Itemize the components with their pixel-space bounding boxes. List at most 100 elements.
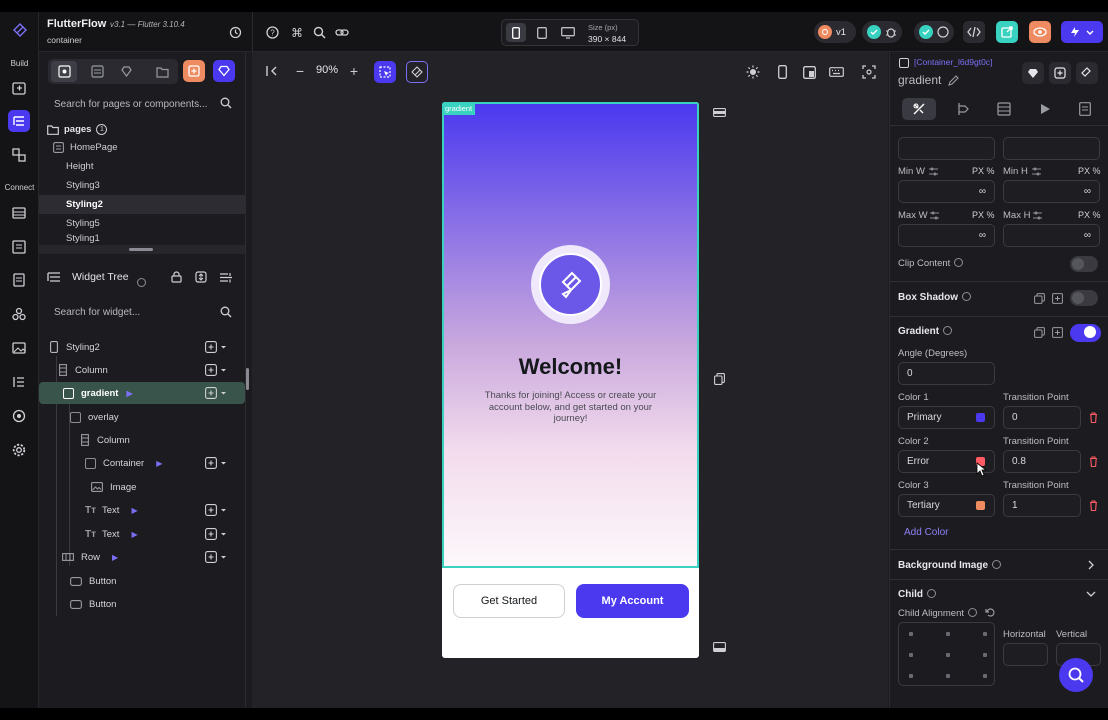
add-child-icon[interactable] — [1049, 62, 1071, 84]
gradient-toggle[interactable] — [1070, 324, 1101, 342]
test-mode-group[interactable] — [862, 21, 902, 43]
canvas-settings-icon[interactable] — [858, 61, 880, 83]
backend-query-tab-icon[interactable] — [987, 98, 1021, 120]
delete-color-2-trash-icon[interactable] — [1089, 456, 1098, 467]
code-view-icon[interactable] — [963, 21, 985, 43]
page-item-styling3[interactable]: Styling3 — [39, 176, 245, 195]
api-calls-icon[interactable] — [8, 236, 30, 258]
desktop-device-icon[interactable] — [558, 23, 578, 42]
clip-content-toggle[interactable] — [1070, 256, 1098, 272]
phone-device-icon[interactable] — [506, 23, 526, 42]
edit-name-pencil-icon[interactable] — [948, 75, 959, 86]
docs-tab-icon[interactable] — [1068, 98, 1102, 120]
open-external-icon[interactable] — [996, 21, 1018, 43]
actions-tab-icon[interactable] — [946, 98, 980, 120]
integrations-icon[interactable] — [8, 303, 30, 325]
alignment-dot[interactable] — [909, 632, 913, 636]
color-1-swatch[interactable] — [976, 413, 985, 422]
max-w-field[interactable]: ∞ — [898, 224, 995, 247]
width-field[interactable] — [898, 137, 995, 160]
alignment-dot[interactable] — [983, 674, 987, 678]
page-item-homepage[interactable]: HomePage — [39, 138, 245, 157]
transition-point-1-field[interactable]: 0 — [1003, 406, 1081, 429]
link-icon[interactable] — [331, 21, 353, 43]
max-w-adjust-icon[interactable] — [929, 211, 940, 220]
pages-tab-icon[interactable] — [51, 61, 77, 82]
min-h-field[interactable]: ∞ — [1003, 180, 1100, 203]
version-badge[interactable]: v1 — [814, 21, 856, 43]
delete-color-3-trash-icon[interactable] — [1089, 500, 1098, 511]
collapse-panel-icon[interactable] — [262, 61, 282, 81]
run-button[interactable] — [1061, 21, 1103, 43]
chevron-right-icon[interactable] — [1088, 560, 1095, 570]
gradient-container[interactable]: gradient Welcome! Thanks for joining! Ac… — [442, 102, 699, 568]
page-item-styling5[interactable]: Styling5 — [39, 214, 245, 233]
animations-tab-icon[interactable] — [1028, 98, 1062, 120]
add-widget-icon[interactable] — [8, 77, 30, 99]
add-page-icon[interactable] — [183, 60, 205, 82]
transition-point-3-field[interactable]: 1 — [1003, 494, 1081, 517]
flutterflow-mode-icon[interactable] — [406, 61, 428, 83]
background-image-heading[interactable]: Background Image — [898, 560, 1002, 571]
project-sync-icon[interactable] — [224, 21, 246, 43]
copy-style-icon[interactable] — [1034, 293, 1045, 304]
reset-alignment-icon[interactable] — [985, 607, 996, 618]
alignment-dot[interactable] — [946, 674, 950, 678]
horizontal-field[interactable] — [1003, 643, 1048, 666]
chevron-down-icon[interactable] — [1086, 591, 1096, 598]
widget-tree-info-icon[interactable] — [137, 273, 146, 291]
widget-id[interactable]: [Container_l6d9gt0c] — [914, 57, 992, 67]
add-widget-action-icon[interactable] — [205, 551, 227, 563]
app-values-icon[interactable] — [8, 269, 30, 291]
command-palette-icon[interactable]: ⌘ — [285, 21, 307, 43]
light-mode-sun-icon[interactable] — [742, 61, 764, 83]
add-widget-action-icon[interactable] — [205, 457, 227, 469]
max-h-unit[interactable]: PX % — [1078, 210, 1101, 220]
keyboard-icon[interactable] — [825, 61, 847, 83]
min-h-unit[interactable]: PX % — [1078, 166, 1101, 176]
paste-gradient-icon[interactable] — [1052, 327, 1063, 338]
media-assets-icon[interactable] — [8, 337, 30, 359]
theme-icon[interactable] — [8, 405, 30, 427]
color-3-swatch[interactable] — [976, 501, 985, 510]
tree-node-column-2[interactable]: Column — [39, 429, 245, 451]
widget-tree-icon[interactable] — [8, 110, 30, 132]
tree-filter-icon[interactable] — [219, 272, 233, 283]
alignment-dot[interactable] — [983, 632, 987, 636]
alignment-dot[interactable] — [946, 632, 950, 636]
page-search-icon[interactable] — [220, 97, 232, 109]
toggle-navbar-icon[interactable] — [709, 639, 729, 655]
page-item-styling2[interactable]: Styling2 — [39, 195, 245, 214]
tablet-device-icon[interactable] — [532, 23, 552, 42]
tree-node-image[interactable]: Image — [39, 476, 245, 498]
max-h-field[interactable]: ∞ — [1003, 224, 1100, 247]
min-w-unit[interactable]: PX % — [972, 166, 995, 176]
add-widget-action-icon[interactable] — [205, 504, 227, 516]
alignment-dot[interactable] — [909, 674, 913, 678]
tree-node-button-1[interactable]: Button — [39, 570, 245, 592]
add-widget-action-icon[interactable] — [205, 528, 227, 540]
preview-eye-icon[interactable] — [1029, 21, 1051, 43]
pages-folder-header[interactable]: pages 1 — [47, 120, 253, 139]
zoom-in-icon[interactable]: + — [346, 62, 362, 80]
search-icon[interactable] — [308, 21, 330, 43]
alignment-dot[interactable] — [946, 653, 950, 657]
device-frame-icon[interactable] — [771, 61, 793, 83]
add-widget-action-icon[interactable] — [205, 387, 227, 399]
min-h-adjust-icon[interactable] — [1031, 167, 1042, 176]
tree-node-button-2[interactable]: Button — [39, 593, 245, 615]
child-heading[interactable]: Child — [898, 589, 936, 600]
my-account-button[interactable]: My Account — [576, 584, 689, 618]
paste-style-icon[interactable] — [1052, 293, 1063, 304]
folder-tab-icon[interactable] — [150, 61, 174, 82]
diamond-tab-icon[interactable] — [114, 61, 138, 82]
pages-scrollbar-thumb[interactable] — [129, 248, 153, 251]
max-h-adjust-icon[interactable] — [1032, 211, 1043, 220]
add-color-link[interactable]: Add Color — [904, 527, 948, 538]
height-field[interactable] — [1003, 137, 1100, 160]
lock-icon[interactable] — [171, 271, 182, 283]
tree-node-overlay[interactable]: overlay — [39, 406, 245, 428]
add-widget-action-icon[interactable] — [205, 364, 227, 376]
search-fab-icon[interactable] — [1059, 658, 1093, 692]
marketplace-diamond-icon[interactable] — [213, 60, 235, 82]
